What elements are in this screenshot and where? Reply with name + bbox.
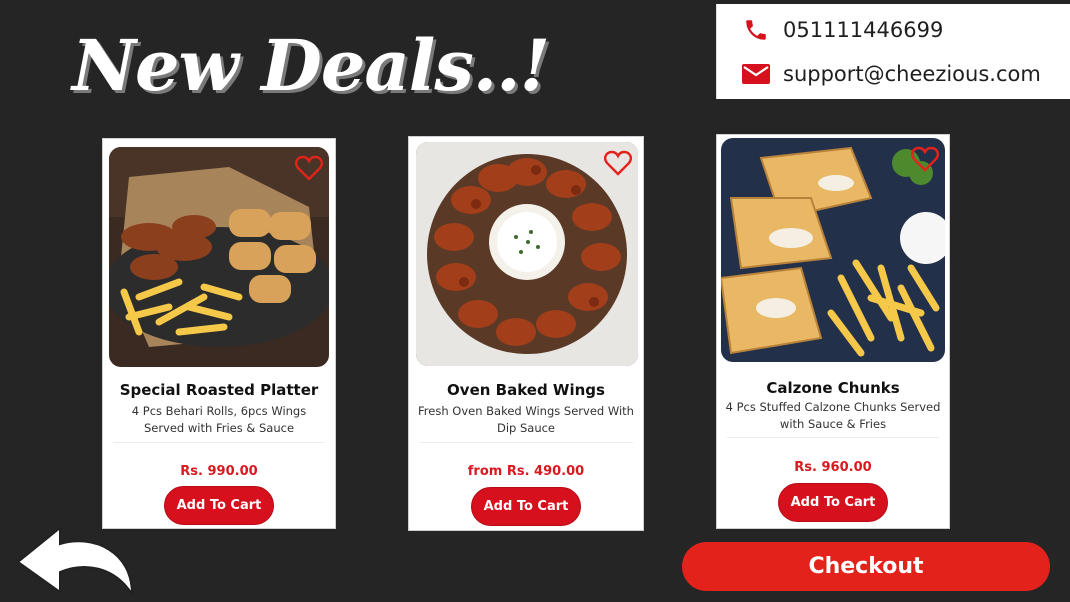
deal-name: Oven Baked Wings bbox=[447, 381, 605, 399]
card-divider bbox=[419, 442, 633, 443]
mail-icon bbox=[741, 60, 771, 88]
page-title: New Deals..! bbox=[72, 24, 550, 107]
checkout-button[interactable]: Checkout bbox=[682, 542, 1050, 591]
deal-price: Rs. 960.00 bbox=[794, 460, 872, 475]
contact-phone-text: 051111446699 bbox=[783, 18, 944, 42]
contact-email-text: support@cheezious.com bbox=[783, 62, 1041, 86]
contact-phone-row[interactable]: 051111446699 bbox=[741, 16, 943, 44]
deal-card[interactable]: Oven Baked Wings Fresh Oven Baked Wings … bbox=[408, 136, 644, 531]
deal-description: 4 Pcs Stuffed Calzone Chunks Served with… bbox=[725, 400, 941, 431]
heart-outline-icon[interactable] bbox=[604, 150, 632, 176]
deal-price: from Rs. 490.00 bbox=[467, 464, 585, 479]
deal-price: Rs. 990.00 bbox=[180, 464, 258, 479]
deal-name: Calzone Chunks bbox=[766, 379, 900, 397]
add-to-cart-button[interactable]: Add To Cart bbox=[164, 486, 274, 525]
deal-description: Fresh Oven Baked Wings Served With Dip S… bbox=[418, 404, 634, 435]
deal-photo bbox=[416, 142, 638, 366]
contact-email-row[interactable]: support@cheezious.com bbox=[741, 60, 1041, 88]
deal-description: 4 Pcs Behari Rolls, 6pcs Wings Served wi… bbox=[131, 404, 307, 435]
back-arrow-icon[interactable] bbox=[14, 522, 138, 598]
add-to-cart-button[interactable]: Add To Cart bbox=[778, 483, 888, 522]
deal-photo bbox=[721, 138, 945, 362]
add-to-cart-button[interactable]: Add To Cart bbox=[471, 487, 581, 526]
deal-photo bbox=[109, 147, 329, 367]
deal-name: Special Roasted Platter bbox=[119, 381, 319, 399]
card-divider bbox=[727, 437, 939, 438]
card-divider bbox=[113, 442, 325, 443]
heart-outline-icon[interactable] bbox=[911, 146, 939, 172]
deal-card[interactable]: Calzone Chunks 4 Pcs Stuffed Calzone Chu… bbox=[716, 134, 950, 529]
contact-panel: 051111446699 support@cheezious.com bbox=[716, 4, 1070, 99]
phone-icon bbox=[741, 16, 771, 44]
deal-card[interactable]: Special Roasted Platter 4 Pcs Behari Rol… bbox=[102, 138, 336, 529]
heart-outline-icon[interactable] bbox=[295, 155, 323, 181]
